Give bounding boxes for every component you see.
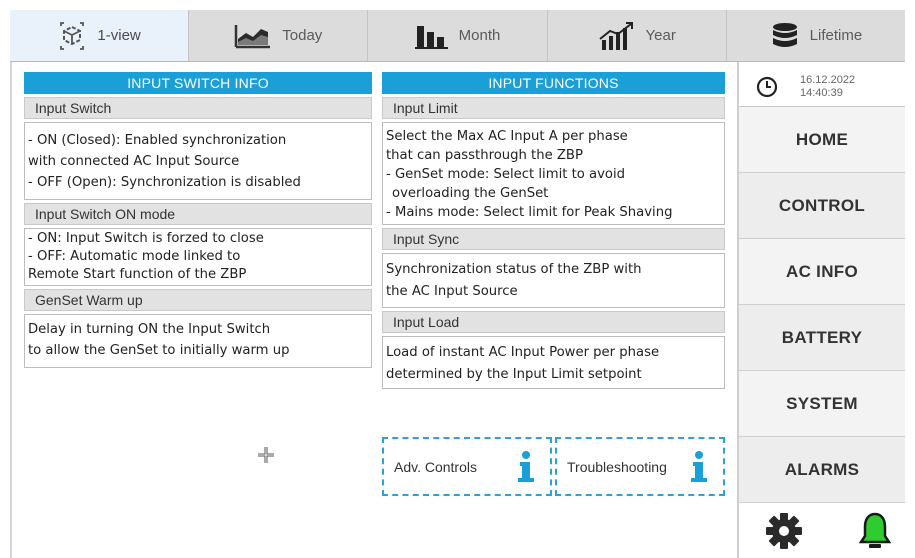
section-title-genset-warm-up: GenSet Warm up (24, 289, 372, 311)
section-title-input-limit: Input Limit (382, 97, 725, 119)
info-icon (691, 450, 707, 482)
nav-battery-button[interactable]: BATTERY (739, 305, 905, 371)
tab-label: Lifetime (809, 27, 863, 44)
section-title-input-load: Input Load (382, 311, 725, 333)
nav-alarms-button[interactable]: ALARMS (739, 437, 905, 503)
section-body-input-switch: - ON (Closed): Enabled synchronization w… (24, 122, 372, 200)
tab-label: Today (282, 27, 323, 44)
tab-year[interactable]: Year (548, 10, 727, 61)
alarm-bell-icon[interactable] (859, 511, 891, 551)
tab-lifetime[interactable]: Lifetime (727, 10, 905, 61)
section-title-input-sync: Input Sync (382, 228, 725, 250)
tab-month[interactable]: Month (368, 10, 548, 61)
bar-chart-icon (414, 25, 448, 49)
left-frame-line (10, 62, 12, 558)
tab-label: Month (458, 27, 501, 44)
troubleshooting-label: Troubleshooting (567, 458, 667, 475)
help-actions: Adv. Controls Troubleshooting (382, 437, 725, 496)
main-nav: HOME CONTROL AC INFO BATTERY SYSTEM ALAR… (739, 107, 905, 503)
info-icon (518, 450, 534, 482)
text-line: to allow the GenSet to initially warm up (28, 343, 290, 358)
tab-1-view[interactable]: 1-view (10, 10, 190, 61)
text-line: that can passthrough the ZBP (386, 148, 583, 163)
adv-controls-button[interactable]: Adv. Controls (382, 437, 552, 496)
text-line: with connected AC Input Source (28, 154, 240, 169)
text-line: - OFF (Open): Synchronization is disable… (28, 175, 301, 190)
text-line: determined by the Input Limit setpoint (386, 367, 642, 382)
gear-icon[interactable] (765, 512, 803, 550)
troubleshooting-button[interactable]: Troubleshooting (555, 437, 725, 496)
input-switch-info-panel: INPUT SWITCH INFO Input Switch - ON (Clo… (24, 72, 372, 368)
text-line: Load of instant AC Input Power per phase (386, 345, 660, 360)
crosshair-cursor-icon (258, 447, 274, 463)
section-title-input-switch: Input Switch (24, 97, 372, 119)
text-line: - OFF: Automatic mode linked to (28, 249, 241, 264)
text-line: Delay in turning ON the Input Switch (28, 322, 271, 337)
text-line: the AC Input Source (386, 284, 518, 299)
date-text: 16.12.2022 (800, 73, 856, 86)
panel-header: INPUT SWITCH INFO (24, 72, 372, 94)
section-body-input-limit: Select the Max AC Input A per phase that… (382, 122, 725, 225)
trend-up-icon (598, 21, 633, 50)
time-text: 14:40:39 (800, 86, 843, 99)
area-chart-icon (235, 24, 271, 48)
text-line: - ON: Input Switch is forzed to close (28, 231, 264, 246)
top-tab-bar: 1-view Today Month Year Lifetime (10, 10, 905, 62)
nav-ac-info-button[interactable]: AC INFO (739, 239, 905, 305)
text-line: Remote Start function of the ZBP (28, 267, 247, 282)
section-body-input-load: Load of instant AC Input Power per phase… (382, 336, 725, 389)
nav-home-button[interactable]: HOME (739, 107, 905, 173)
clock-display: 16.12.2022 14:40:39 (739, 67, 905, 107)
nav-footer (739, 503, 905, 558)
section-body-input-sync: Synchronization status of the ZBP with t… (382, 253, 725, 308)
input-functions-panel: INPUT FUNCTIONS Input Limit Select the M… (382, 72, 725, 389)
text-line: - GenSet mode: Select limit to avoid (386, 167, 626, 182)
panel-header: INPUT FUNCTIONS (382, 72, 725, 94)
database-icon (772, 22, 797, 47)
nav-system-button[interactable]: SYSTEM (739, 371, 905, 437)
tab-today[interactable]: Today (189, 10, 369, 61)
cube-view-icon (60, 21, 85, 50)
tab-label: Year (645, 27, 676, 44)
nav-control-button[interactable]: CONTROL (739, 173, 905, 239)
text-line: - Mains mode: Select limit for Peak Shav… (386, 205, 673, 220)
section-title-input-switch-on-mode: Input Switch ON mode (24, 203, 372, 225)
adv-controls-label: Adv. Controls (394, 458, 477, 475)
section-body-genset-warm-up: Delay in turning ON the Input Switch to … (24, 314, 372, 368)
datetime: 16.12.2022 14:40:39 (800, 74, 855, 100)
text-line: overloading the GenSet (392, 186, 549, 201)
section-body-input-switch-on-mode: - ON: Input Switch is forzed to close - … (24, 228, 372, 286)
tab-label: 1-view (97, 27, 141, 44)
text-line: Select the Max AC Input A per phase (386, 129, 628, 144)
text-line: - ON (Closed): Enabled synchronization (28, 133, 287, 148)
clock-icon (756, 76, 778, 97)
text-line: Synchronization status of the ZBP with (386, 262, 642, 277)
